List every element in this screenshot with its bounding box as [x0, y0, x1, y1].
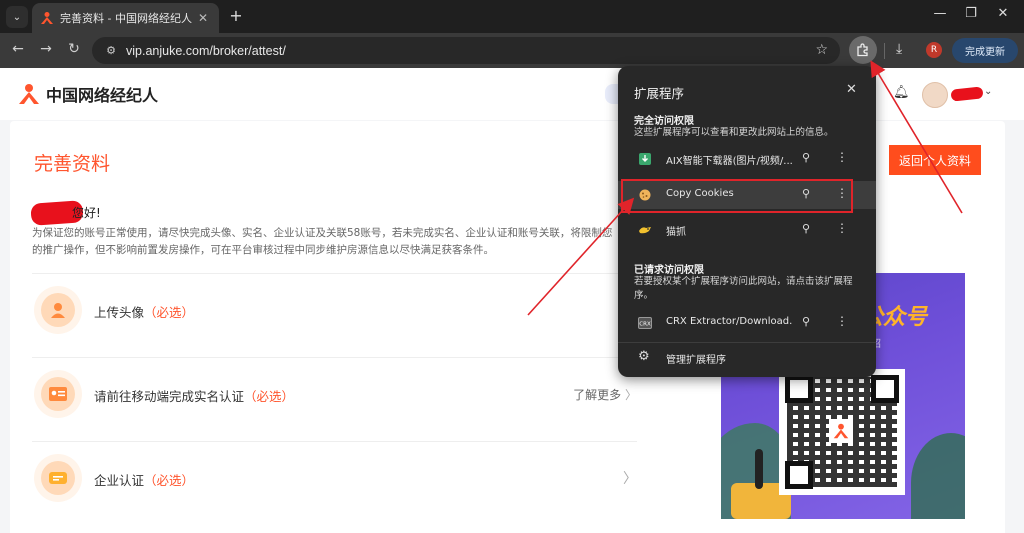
- restore-icon[interactable]: ❐: [961, 6, 981, 21]
- full-access-desc: 这些扩展程序可以查看和更改此网站上的信息。: [634, 127, 834, 138]
- new-tab-icon[interactable]: +: [226, 6, 246, 26]
- chevron-right-icon: 〉: [623, 471, 637, 487]
- back-icon[interactable]: ←: [8, 41, 28, 57]
- step-label: 请前往移动端完成实名认证（必选）: [94, 389, 295, 404]
- site-logo[interactable]: 中国网络经纪人: [18, 82, 158, 106]
- enterprise-icon: [34, 454, 82, 502]
- popup-title: 扩展程序: [634, 86, 685, 101]
- tab-close-icon[interactable]: ✕: [195, 11, 211, 25]
- page-title: 完善资料: [34, 153, 111, 175]
- tab-title: 完善资料 - 中国网络经纪人: [60, 12, 192, 25]
- update-button[interactable]: 完成更新: [952, 38, 1018, 63]
- qr-code: [779, 369, 905, 495]
- toolbar-separator: [884, 43, 885, 59]
- requested-access-heading: 已请求访问权限: [634, 265, 704, 276]
- extension-item[interactable]: CRX CRX Extractor/Download... ⚲ ⋮: [618, 309, 876, 337]
- close-window-icon[interactable]: ✕: [993, 6, 1013, 21]
- download-icon[interactable]: ⤓: [896, 41, 902, 57]
- header-partial-element: [605, 84, 619, 104]
- notice-text: 为保证您的账号正常使用，请尽快完成头像、实名、企业认证及关联58账号，若未完成实…: [32, 227, 613, 256]
- address-bar[interactable]: ⚙ vip.anjuke.com/broker/attest/ ☆: [92, 37, 840, 64]
- decor-leaf: [911, 433, 965, 519]
- pin-icon[interactable]: ⚲: [799, 222, 813, 235]
- logo-text: 中国网络经纪人: [46, 86, 159, 105]
- minimize-icon[interactable]: —: [930, 6, 950, 21]
- decor-person: [755, 449, 763, 489]
- logo-person-icon: [19, 84, 39, 104]
- more-options-icon[interactable]: ⋮: [836, 314, 848, 328]
- more-options-icon[interactable]: ⋮: [836, 150, 848, 164]
- requested-access-desc: 若要授权某个扩展程序访问此网站，请点击该扩展程序。: [634, 276, 853, 301]
- step-upload-avatar[interactable]: 上传头像（必选）: [32, 273, 637, 345]
- site-info-icon[interactable]: ⚙: [102, 44, 120, 57]
- chevron-down-icon[interactable]: ⌄: [984, 86, 992, 97]
- notification-bell-icon[interactable]: 🔔︎: [893, 85, 910, 100]
- gear-icon: ⚙: [638, 349, 650, 364]
- profile-avatar[interactable]: R: [926, 42, 942, 58]
- site-favicon-icon: [40, 11, 54, 25]
- extensions-popup: 扩展程序 ✕ 完全访问权限 这些扩展程序可以查看和更改此网站上的信息。 AIX智…: [618, 66, 876, 377]
- manage-extensions-item[interactable]: ⚙ 管理扩展程序: [618, 344, 876, 370]
- browser-tab[interactable]: 完善资料 - 中国网络经纪人 ✕: [32, 3, 219, 33]
- return-profile-button[interactable]: 返回个人资料: [889, 145, 981, 175]
- step-enterprise[interactable]: 企业认证（必选） 〉: [32, 441, 637, 513]
- svg-text:CRX: CRX: [639, 322, 651, 328]
- crx-icon: CRX: [638, 316, 652, 330]
- bookmark-star-icon[interactable]: ☆: [815, 42, 828, 58]
- reload-icon[interactable]: ↻: [64, 41, 84, 57]
- browser-toolbar: ← → ↻ ⚙ vip.anjuke.com/broker/attest/ ☆ …: [0, 33, 1024, 68]
- greeting-text: 您好!: [72, 206, 101, 220]
- redacted-username: [950, 86, 984, 102]
- forward-icon[interactable]: →: [36, 41, 56, 57]
- pin-icon[interactable]: ⚲: [799, 151, 813, 164]
- step-label: 上传头像（必选）: [94, 305, 195, 320]
- extension-item[interactable]: AIX智能下载器(图片/视频/... ⚲ ⋮: [618, 145, 876, 173]
- tab-search-icon[interactable]: ⌄: [6, 6, 28, 28]
- download-extension-icon: [638, 152, 652, 166]
- annotation-highlight-box: [621, 179, 853, 213]
- tab-strip: ⌄ 完善资料 - 中国网络经纪人 ✕ + — ❐ ✕: [0, 0, 1024, 33]
- divider: [618, 342, 876, 343]
- url-text: vip.anjuke.com/broker/attest/: [126, 43, 286, 58]
- step-real-name[interactable]: 请前往移动端完成实名认证（必选） 了解更多 〉: [32, 357, 637, 429]
- step-label: 企业认证（必选）: [94, 473, 195, 488]
- more-options-icon[interactable]: ⋮: [836, 221, 848, 235]
- extensions-puzzle-icon[interactable]: [849, 36, 877, 64]
- avatar-step-icon: [34, 286, 82, 334]
- full-access-heading: 完全访问权限: [634, 116, 694, 127]
- close-icon[interactable]: ✕: [846, 82, 857, 97]
- qr-logo-icon: [829, 419, 853, 443]
- user-avatar[interactable]: [922, 82, 948, 108]
- learn-more-link[interactable]: 了解更多 〉: [573, 386, 637, 403]
- cat-paw-icon: [638, 223, 652, 237]
- id-card-icon: [34, 370, 82, 418]
- pin-icon[interactable]: ⚲: [799, 315, 813, 328]
- extension-item[interactable]: 猫抓 ⚲ ⋮: [618, 216, 876, 244]
